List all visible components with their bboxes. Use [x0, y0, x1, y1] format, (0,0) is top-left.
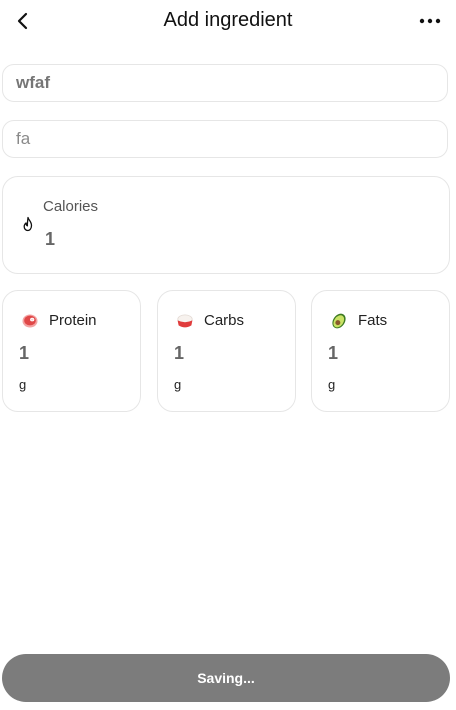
avocado-icon — [332, 313, 346, 329]
ingredient-brand-field — [2, 120, 448, 158]
fats-label: Fats — [358, 312, 388, 329]
save-button[interactable]: Saving... — [2, 654, 450, 702]
protein-label: Protein — [49, 312, 97, 329]
page-title: Add ingredient — [163, 9, 293, 31]
carbs-card[interactable]: Carbs 1 g — [157, 290, 296, 412]
carbs-unit: g — [174, 377, 182, 392]
carbs-value: 1 — [174, 343, 185, 363]
calories-value: 1 — [45, 229, 56, 249]
ingredient-name-input[interactable] — [3, 65, 447, 101]
more-options-button[interactable] — [418, 9, 442, 33]
fats-unit: g — [328, 377, 336, 392]
ingredient-brand-input[interactable] — [3, 121, 447, 157]
calories-card[interactable]: Calories 1 — [2, 176, 450, 274]
protein-value: 1 — [19, 343, 30, 363]
fats-value: 1 — [328, 343, 339, 363]
protein-unit: g — [19, 377, 27, 392]
fats-card[interactable]: Fats 1 g — [311, 290, 450, 412]
flame-icon — [23, 216, 33, 232]
calories-label: Calories — [43, 198, 99, 215]
rice-bowl-icon — [177, 314, 193, 328]
ingredient-name-field — [2, 64, 448, 102]
header-bar: Add ingredient — [0, 0, 456, 44]
meat-icon — [22, 314, 38, 328]
more-horizontal-icon — [419, 18, 441, 24]
protein-card[interactable]: Protein 1 g — [2, 290, 141, 412]
carbs-label: Carbs — [204, 312, 245, 329]
